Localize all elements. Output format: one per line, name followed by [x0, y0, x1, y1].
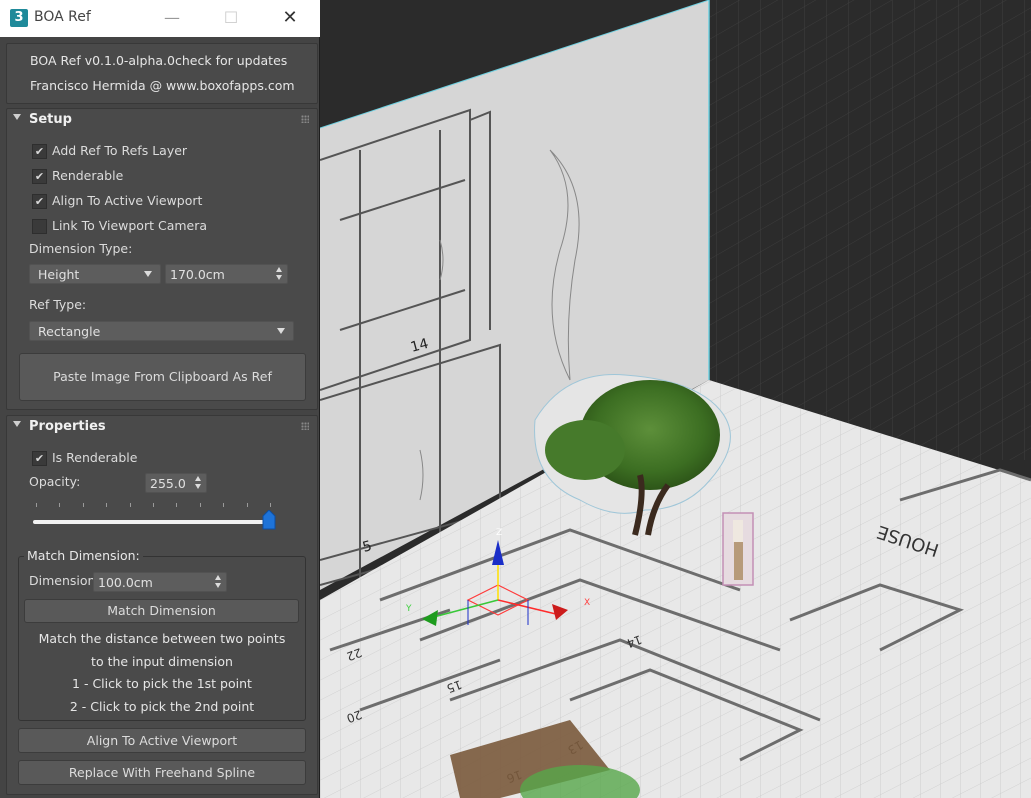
slider-tick — [36, 503, 37, 507]
match-dimension-button[interactable]: Match Dimension — [24, 599, 299, 623]
align-to-active-viewport-button[interactable]: Align To Active Viewport — [18, 728, 306, 753]
grip-icon[interactable] — [301, 422, 309, 430]
slider-tick — [246, 503, 248, 507]
perspective-viewport[interactable]: 14 5 HOUSE 13 16 20 14 15 22 — [320, 0, 1031, 798]
spinner-arrows-icon[interactable] — [195, 476, 203, 490]
info-line: Match the distance between two points — [38, 631, 286, 646]
window-title: BOA Ref — [34, 9, 91, 25]
match-dimension-legend: Match Dimension: — [24, 548, 143, 563]
opacity-spinner[interactable]: 255.0 — [145, 473, 207, 493]
chevron-down-icon — [277, 328, 285, 334]
slider-tick — [153, 503, 154, 507]
checkbox-label: Align To Active Viewport — [52, 193, 203, 208]
dark-grid — [700, 0, 1031, 460]
axis-label-z: Z — [496, 528, 502, 538]
ref-type-label: Ref Type: — [29, 297, 87, 312]
checkbox-label: Add Ref To Refs Layer — [52, 143, 188, 158]
title-bar: 3 BOA Ref — ☐ ✕ — [0, 0, 320, 37]
spinner-value: 255.0 — [150, 476, 186, 491]
checkbox-label: Link To Viewport Camera — [52, 218, 208, 233]
dimension-spinner[interactable]: 170.0cm — [165, 264, 288, 284]
grip-icon[interactable] — [301, 115, 309, 123]
slider-tick — [223, 503, 225, 507]
spinner-arrows-icon[interactable] — [215, 575, 223, 589]
author-line: Francisco Hermida @ www.boxofapps.com — [30, 78, 295, 93]
app-icon: 3 — [10, 9, 28, 27]
spinner-arrows-icon[interactable] — [276, 267, 284, 281]
info-line: to the input dimension — [91, 654, 233, 669]
match-dimension-group: Match Dimension: Dimension 100.0cm Match… — [18, 548, 306, 721]
setup-rollout: Setup ✔ Add Ref To Refs Layer ✔ Renderab… — [6, 108, 318, 410]
maximize-button[interactable]: ☐ — [219, 7, 243, 29]
setup-title: Setup — [29, 112, 72, 127]
slider-tick — [176, 503, 178, 507]
properties-title: Properties — [29, 419, 106, 434]
viewport-scene[interactable]: 14 5 HOUSE 13 16 20 14 15 22 — [320, 0, 1031, 798]
version-text: BOA Ref v0.1.0-alpha.0 — [30, 53, 175, 68]
info-line: 1 - Click to pick the 1st point — [72, 676, 252, 691]
checkbox-box[interactable]: ✔ — [32, 194, 47, 209]
checkbox-box[interactable]: ✔ — [32, 169, 47, 184]
minimize-button[interactable]: — — [160, 7, 184, 29]
properties-rollout: Properties ✔ Is Renderable Opacity: 255.… — [6, 415, 318, 795]
ref-type-dropdown[interactable]: Rectangle — [29, 321, 294, 341]
slider-tick — [270, 503, 271, 507]
about-box: BOA Ref v0.1.0-alpha.0 check for updates… — [6, 43, 318, 104]
close-button[interactable]: ✕ — [278, 7, 302, 29]
chevron-down-icon — [144, 271, 152, 277]
checkbox-label: Is Renderable — [52, 450, 138, 465]
slider-tick — [82, 503, 84, 507]
slider-tick — [59, 503, 61, 507]
axis-label-y: Y — [405, 604, 412, 614]
setup-rollout-header[interactable]: Setup — [7, 109, 317, 131]
opacity-slider-track[interactable] — [33, 520, 273, 524]
collapse-triangle-icon — [13, 114, 21, 120]
dropdown-value: Height — [38, 267, 80, 282]
paste-from-clipboard-button[interactable]: Paste Image From Clipboard As Ref — [19, 353, 306, 401]
checkbox-box[interactable]: ✔ — [32, 451, 47, 466]
properties-rollout-header[interactable]: Properties — [7, 416, 317, 438]
slider-tick — [129, 503, 131, 507]
check-updates-link[interactable]: check for updates — [175, 53, 287, 68]
dimension-type-dropdown[interactable]: Height — [29, 264, 161, 284]
match-dimension-spinner[interactable]: 100.0cm — [93, 572, 227, 592]
slider-tick — [199, 503, 201, 507]
dropdown-value: Rectangle — [38, 324, 101, 339]
collapse-triangle-icon — [13, 421, 21, 427]
axis-label-x: X — [584, 598, 590, 608]
match-dimension-label: Dimension — [29, 573, 96, 588]
checkbox-box[interactable]: ✔ — [32, 144, 47, 159]
spinner-value: 100.0cm — [98, 575, 153, 590]
replace-with-freehand-spline-button[interactable]: Replace With Freehand Spline — [18, 760, 306, 785]
info-line: 2 - Click to pick the 2nd point — [69, 699, 255, 714]
slider-tick — [106, 503, 108, 507]
spinner-value: 170.0cm — [170, 267, 225, 282]
opacity-slider-thumb[interactable] — [262, 510, 276, 530]
dimension-type-label: Dimension Type: — [29, 241, 133, 256]
boa-ref-panel: 3 BOA Ref — ☐ ✕ BOA Ref v0.1.0-alpha.0 c… — [0, 0, 320, 798]
checkbox-box[interactable] — [32, 219, 47, 234]
opacity-label: Opacity: — [29, 474, 81, 489]
checkbox-label: Renderable — [52, 168, 124, 183]
